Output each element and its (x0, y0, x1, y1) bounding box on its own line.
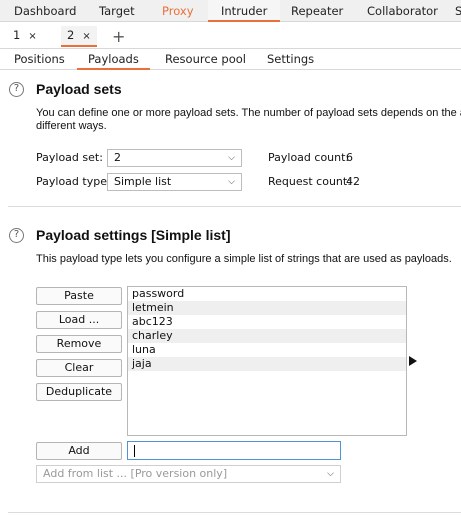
attack-tab-2[interactable]: 2 × (61, 26, 97, 47)
close-icon[interactable]: × (82, 31, 90, 42)
tab-collaborator[interactable]: Collaborator (367, 0, 438, 22)
tab-positions[interactable]: Positions (14, 50, 65, 70)
list-item[interactable]: luna (128, 343, 406, 357)
intruder-sub-tab-bar: Positions Payloads Resource pool Setting… (0, 50, 461, 70)
text-caret (134, 445, 135, 457)
payload-type-select[interactable]: Simple list ⌵ (107, 173, 242, 191)
payload-set-label: Payload set: (36, 151, 103, 164)
tab-target[interactable]: Target (99, 0, 135, 22)
clear-button[interactable]: Clear (36, 359, 122, 377)
add-button[interactable]: Add (36, 442, 122, 460)
paste-button[interactable]: Paste (36, 287, 122, 305)
payload-count-label: Payload count: (268, 151, 350, 164)
payload-settings-description: This payload type lets you configure a s… (36, 253, 452, 265)
chevron-down-icon: ⌵ (228, 177, 235, 187)
remove-button[interactable]: Remove (36, 335, 122, 353)
attack-tab-label: 1 (13, 28, 21, 42)
tab-intruder[interactable]: Intruder (208, 0, 281, 22)
list-item[interactable]: letmein (128, 301, 406, 315)
list-item[interactable]: jaja (128, 357, 406, 371)
tab-payloads[interactable]: Payloads (77, 50, 150, 70)
payload-type-value: Simple list (114, 175, 172, 188)
payload-list[interactable]: password letmein abc123 charley luna jaj… (127, 286, 407, 436)
list-item[interactable]: password (128, 287, 406, 301)
tab-repeater[interactable]: Repeater (291, 0, 343, 22)
new-tab-plus-icon[interactable]: + (112, 27, 125, 46)
chevron-down-icon: ⌵ (327, 469, 334, 479)
attack-tab-label: 2 (67, 28, 75, 42)
list-item[interactable]: charley (128, 329, 406, 343)
help-icon[interactable]: ? (9, 82, 24, 97)
payload-type-label: Payload type: (36, 175, 111, 188)
tab-sequencer-truncated[interactable]: S (455, 0, 461, 22)
add-from-list-select[interactable]: Add from list ... [Pro version only] ⌵ (36, 465, 341, 483)
payload-set-value: 2 (114, 151, 121, 164)
request-count-value: 42 (346, 175, 360, 188)
tab-dashboard[interactable]: Dashboard (14, 0, 76, 22)
section-divider (8, 512, 461, 513)
add-payload-input[interactable] (127, 441, 341, 460)
payload-sets-description-cont: different ways. (36, 120, 107, 132)
payload-set-select[interactable]: 2 ⌵ (107, 149, 242, 167)
deduplicate-button[interactable]: Deduplicate (36, 383, 122, 401)
attack-tab-bar: 1 × 2 × (0, 23, 461, 49)
payload-count-value: 6 (346, 151, 353, 164)
add-from-list-label: Add from list ... [Pro version only] (43, 467, 228, 480)
tool-tab-bar: Dashboard Target Proxy Intruder Repeater… (0, 0, 461, 22)
tab-settings[interactable]: Settings (267, 50, 314, 70)
mouse-pointer-arrow-icon (409, 356, 417, 366)
close-icon[interactable]: × (28, 31, 36, 42)
tab-proxy[interactable]: Proxy (162, 0, 194, 22)
tab-resource-pool[interactable]: Resource pool (165, 50, 246, 70)
section-divider (8, 206, 461, 207)
payload-sets-description: You can define one or more payload sets.… (36, 107, 461, 119)
attack-tab-1[interactable]: 1 × (7, 26, 43, 47)
list-item[interactable]: abc123 (128, 315, 406, 329)
chevron-down-icon: ⌵ (228, 153, 235, 163)
payload-sets-heading: Payload sets (36, 81, 122, 97)
payload-settings-heading: Payload settings [Simple list] (36, 227, 231, 243)
request-count-label: Request count: (268, 175, 351, 188)
load-button[interactable]: Load ... (36, 311, 122, 329)
help-icon[interactable]: ? (9, 228, 24, 243)
